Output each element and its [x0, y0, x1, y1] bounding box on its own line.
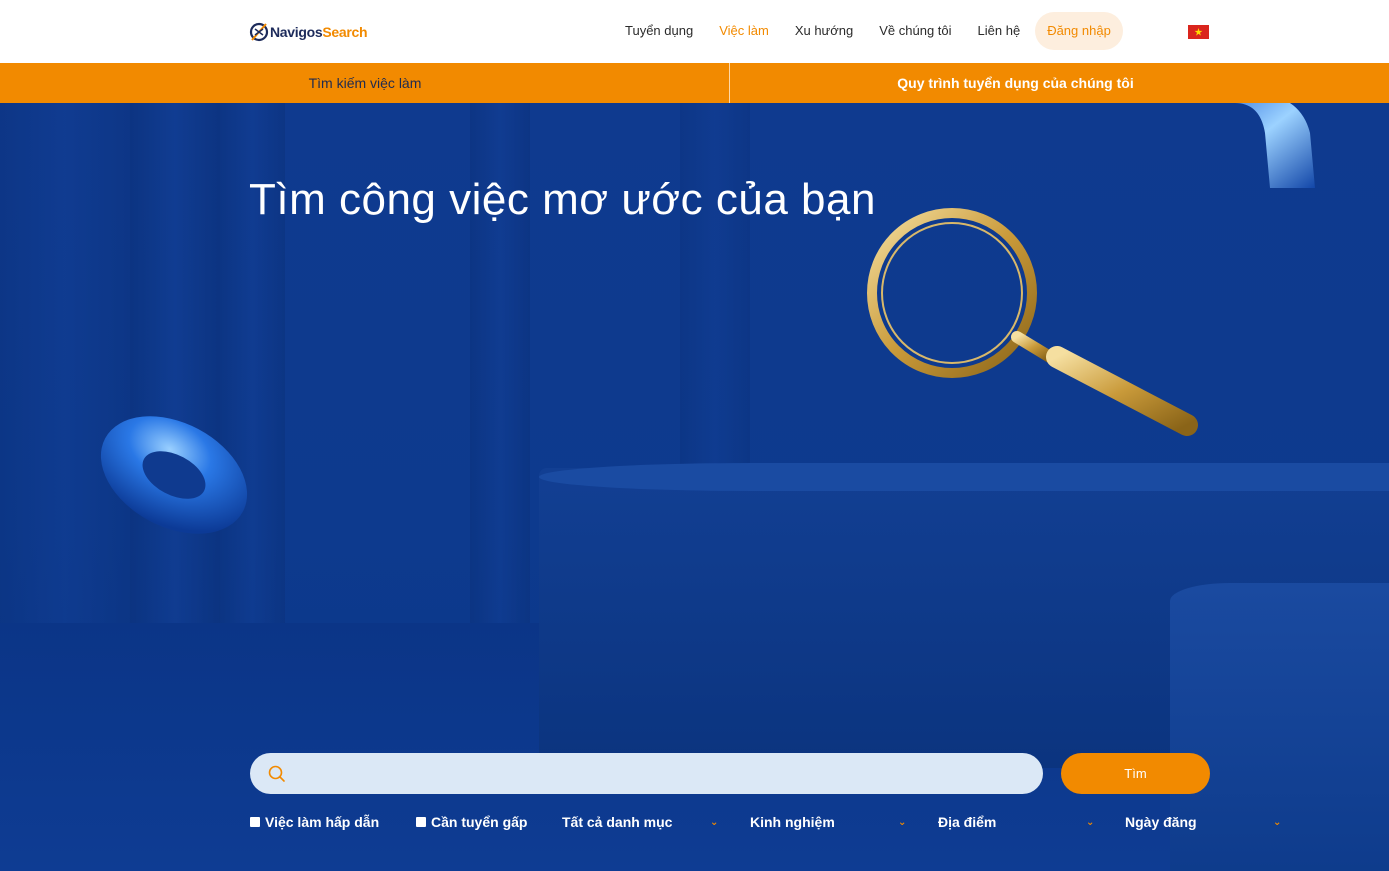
- checkbox-box[interactable]: [416, 817, 426, 827]
- tab-tim-kiem-viec-lam[interactable]: Tìm kiếm việc làm: [0, 63, 730, 103]
- checkbox-label: Cần tuyển gấp: [431, 814, 528, 830]
- search-box: [250, 753, 1043, 794]
- nav-item-viec-lam[interactable]: Việc làm: [706, 12, 782, 50]
- checkbox-urgent-hiring[interactable]: Cần tuyển gấp: [416, 814, 527, 830]
- background-pillar: [130, 103, 220, 683]
- background-pillar: [680, 103, 750, 483]
- dropdown-location[interactable]: Địa điểm ⌄: [938, 814, 1096, 830]
- dropdown-label: Kinh nghiệm: [750, 814, 835, 830]
- nav-item-xu-huong[interactable]: Xu hướng: [782, 12, 866, 50]
- dropdown-category[interactable]: Tất cả danh mục ⌄: [562, 814, 720, 830]
- dropdown-label: Địa điểm: [938, 814, 997, 830]
- dropdown-date-posted[interactable]: Ngày đăng ⌄: [1125, 814, 1283, 830]
- chevron-down-icon: ⌄: [898, 817, 907, 828]
- sub-navigation-bar: Tìm kiếm việc làm Quy trình tuyển dụng c…: [0, 63, 1389, 103]
- tab-tim-kiem-label: Tìm kiếm việc làm: [308, 75, 422, 91]
- podium-top: [539, 463, 1389, 491]
- chevron-down-icon: ⌄: [1273, 817, 1282, 828]
- torus-decoration-icon: [100, 416, 248, 534]
- checkbox-attractive-jobs[interactable]: Việc làm hấp dẫn: [250, 814, 379, 830]
- site-header: NavigosSearch Tuyển dụng Việc làm Xu hướ…: [0, 0, 1389, 63]
- search-filters: Việc làm hấp dẫn Cần tuyển gấp Tất cả da…: [250, 814, 1290, 834]
- search-icon: [268, 765, 285, 782]
- nav-item-ve-chung-toi[interactable]: Về chúng tôi: [866, 12, 964, 50]
- chevron-down-icon: ⌄: [1086, 817, 1095, 828]
- search-input[interactable]: [287, 753, 1043, 794]
- dropdown-label: Ngày đăng: [1125, 814, 1197, 830]
- dropdown-label: Tất cả danh mục: [562, 814, 673, 830]
- vietnam-flag-icon[interactable]: [1188, 25, 1209, 39]
- search-button[interactable]: Tìm: [1061, 753, 1210, 794]
- tab-quy-trinh-tuyen-dung[interactable]: Quy trình tuyển dụng của chúng tôi: [730, 63, 1389, 103]
- login-button[interactable]: Đăng nhập: [1035, 12, 1123, 50]
- checkbox-box[interactable]: [250, 817, 260, 827]
- main-nav: Tuyển dụng Việc làm Xu hướng Về chúng tô…: [612, 12, 1123, 50]
- magnifying-glass-icon: [867, 208, 1198, 436]
- nav-item-lien-he[interactable]: Liên hệ: [965, 12, 1034, 50]
- dropdown-experience[interactable]: Kinh nghiệm ⌄: [750, 814, 908, 830]
- nav-item-tuyen-dung[interactable]: Tuyển dụng: [612, 12, 706, 50]
- pipe-elbow-decoration-icon: [1195, 103, 1315, 188]
- logo-mark-icon: [249, 22, 269, 42]
- chevron-down-icon: ⌄: [710, 817, 719, 828]
- hero-title: Tìm công việc mơ ước của bạn: [249, 175, 876, 224]
- hero-section: Tìm công việc mơ ước của bạn Tìm Việc là…: [0, 103, 1389, 871]
- logo-text: NavigosSearch: [270, 24, 368, 40]
- navigos-logo[interactable]: NavigosSearch: [249, 18, 368, 46]
- checkbox-label: Việc làm hấp dẫn: [265, 814, 380, 830]
